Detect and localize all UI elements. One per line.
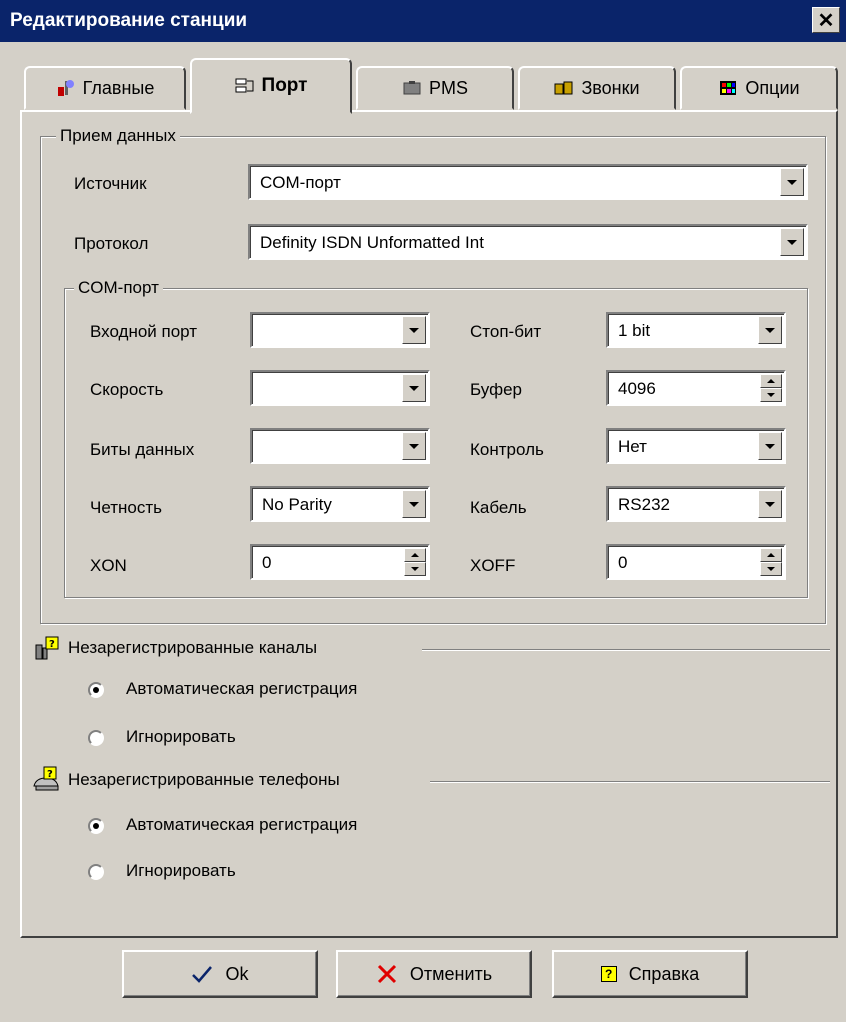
buffer-spinbox[interactable]: 4096 [606, 370, 786, 406]
control-select[interactable]: Нет [606, 428, 786, 464]
tab-port[interactable]: Порт [190, 58, 352, 114]
receive-data-title: Прием данных [56, 126, 180, 146]
tab-pms[interactable]: PMS [356, 66, 514, 110]
ok-button[interactable]: Ok [122, 950, 318, 998]
tab-panel: Прием данных Источник COM-порт Протокол … [20, 110, 838, 938]
channels-title: Незарегистрированные каналы [68, 638, 318, 657]
stop-bits-value: 1 bit [618, 321, 651, 340]
spin-down-icon[interactable] [760, 388, 782, 402]
cancel-label: Отменить [409, 963, 493, 984]
chevron-down-icon[interactable] [758, 316, 782, 344]
channels-auto-label[interactable]: Автоматическая регистрация [126, 679, 357, 699]
parity-select[interactable]: No Parity [250, 486, 430, 522]
input-port-label: Входной порт [90, 322, 198, 341]
spin-down-icon[interactable] [760, 562, 782, 576]
tab-main-label: Главные [82, 77, 155, 98]
chevron-down-icon[interactable] [780, 168, 804, 196]
protocol-value: Definity ISDN Unformatted Int [260, 233, 484, 252]
cable-value: RS232 [618, 495, 670, 514]
options-icon [720, 81, 737, 95]
ok-label: Ok [225, 963, 249, 984]
tab-calls-label: Звонки [581, 77, 640, 98]
control-value: Нет [618, 437, 647, 456]
phones-divider [430, 781, 830, 783]
calls-icon [554, 81, 573, 95]
tab-calls[interactable]: Звонки [518, 66, 676, 110]
spin-up-icon[interactable] [404, 548, 426, 562]
spin-up-icon[interactable] [760, 548, 782, 562]
close-button[interactable]: ✕ [812, 7, 840, 33]
chevron-down-icon[interactable] [780, 228, 804, 256]
phones-title: Незарегистрированные телефоны [68, 770, 340, 789]
xoff-value: 0 [618, 553, 628, 572]
source-value: COM-порт [260, 173, 341, 192]
phones-ignore-radio[interactable] [88, 864, 104, 880]
svg-text:?: ? [49, 639, 55, 650]
cable-select[interactable]: RS232 [606, 486, 786, 522]
check-icon [192, 966, 213, 983]
help-label: Справка [628, 963, 700, 984]
parity-value: No Parity [262, 495, 332, 514]
stop-bits-select[interactable]: 1 bit [606, 312, 786, 348]
protocol-select[interactable]: Definity ISDN Unformatted Int [248, 224, 808, 260]
tab-options[interactable]: Опции [680, 66, 838, 110]
input-port-select[interactable] [250, 312, 430, 348]
phones-auto-label[interactable]: Автоматическая регистрация [126, 815, 357, 835]
port-icon [235, 78, 254, 93]
help-button[interactable]: ? Справка [552, 950, 748, 998]
cancel-button[interactable]: Отменить [336, 950, 532, 998]
protocol-label: Протокол [74, 234, 149, 253]
stop-bits-label: Стоп-бит [470, 322, 542, 341]
phones-help-icon: ? [33, 766, 59, 791]
speed-select[interactable] [250, 370, 430, 406]
speed-label: Скорость [90, 380, 164, 399]
chevron-down-icon[interactable] [758, 490, 782, 518]
phones-auto-radio[interactable] [88, 818, 104, 834]
chevron-down-icon[interactable] [758, 432, 782, 460]
source-label: Источник [74, 174, 147, 193]
chevron-down-icon[interactable] [402, 432, 426, 460]
window-title: Редактирование станции [10, 10, 248, 31]
xon-value: 0 [262, 553, 272, 572]
xoff-spinbox[interactable]: 0 [606, 544, 786, 580]
com-port-title: COM-порт [74, 278, 163, 298]
channels-ignore-radio[interactable] [88, 730, 104, 746]
close-icon [377, 964, 396, 984]
spinner[interactable] [760, 548, 782, 576]
help-icon: ? [600, 966, 617, 982]
tab-pms-label: PMS [428, 77, 468, 98]
chevron-down-icon[interactable] [402, 374, 426, 402]
tab-port-label: Порт [261, 75, 308, 96]
channels-ignore-label[interactable]: Игнорировать [126, 727, 236, 747]
data-bits-label: Биты данных [90, 440, 195, 459]
spin-up-icon[interactable] [760, 374, 782, 388]
xon-label: XON [90, 556, 127, 575]
close-icon: ✕ [817, 9, 835, 32]
channels-help-icon: ? [35, 636, 59, 660]
tools-icon [57, 80, 74, 96]
phones-ignore-label[interactable]: Игнорировать [126, 861, 236, 881]
spin-down-icon[interactable] [404, 562, 426, 576]
xoff-label: XOFF [470, 556, 516, 575]
parity-label: Четность [90, 498, 162, 517]
pms-icon [403, 81, 421, 95]
svg-text:?: ? [47, 769, 53, 780]
spinner[interactable] [404, 548, 426, 576]
tab-main[interactable]: Главные [24, 66, 186, 110]
xon-spinbox[interactable]: 0 [250, 544, 430, 580]
cable-label: Кабель [470, 498, 527, 517]
channels-auto-radio[interactable] [88, 682, 104, 698]
control-label: Контроль [470, 440, 544, 459]
buffer-value: 4096 [618, 379, 656, 398]
buffer-label: Буфер [470, 380, 522, 399]
chevron-down-icon[interactable] [402, 490, 426, 518]
tab-options-label: Опции [745, 77, 800, 98]
channels-divider [422, 649, 830, 651]
spinner[interactable] [760, 374, 782, 402]
chevron-down-icon[interactable] [402, 316, 426, 344]
source-select[interactable]: COM-порт [248, 164, 808, 200]
data-bits-select[interactable] [250, 428, 430, 464]
